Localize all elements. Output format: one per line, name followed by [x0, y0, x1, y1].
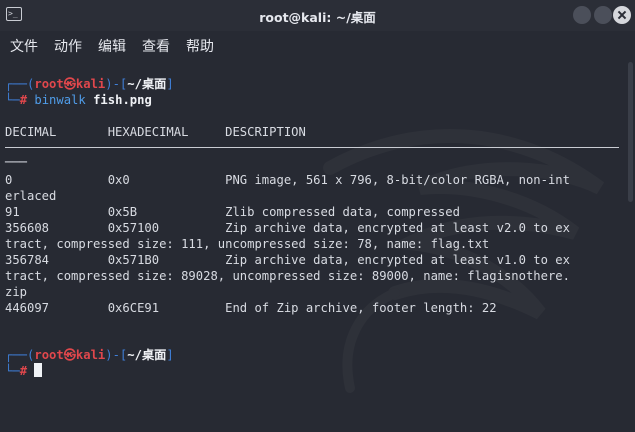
output-header: DECIMAL HEXADECIMAL DESCRIPTION [5, 125, 306, 139]
output-line: 446097 0x6CE91 End of Zip archive, foote… [5, 301, 497, 315]
input-line[interactable]: └─# [5, 363, 43, 379]
scrollbar-thumb[interactable] [628, 62, 633, 202]
command-argument: fish.png [93, 93, 152, 107]
prompt-line-1: ┌──(root㉿kali)-[~/桌面] [5, 77, 174, 91]
menu-action[interactable]: 动作 [54, 36, 82, 56]
separator-tail: ─── [5, 155, 28, 169]
output-line: erlaced [5, 189, 57, 203]
menu-help[interactable]: 帮助 [186, 36, 214, 56]
scrollbar[interactable] [626, 58, 635, 432]
command-program: binwalk [34, 93, 86, 107]
output-line: 356784 0x571B0 Zip archive data, encrypt… [5, 253, 570, 267]
output-line: 356608 0x57100 Zip archive data, encrypt… [5, 221, 570, 235]
prompt-line-2: ┌──(root㉿kali)-[~/桌面] [5, 348, 174, 362]
terminal-output-area[interactable]: ┌──(root㉿kali)-[~/桌面] └─# binwalk fish.p… [0, 58, 626, 432]
output-line: 91 0x5B Zlib compressed data, compressed [5, 205, 460, 219]
maximize-button[interactable] [594, 6, 612, 24]
menu-bar: 文件 动作 编辑 查看 帮助 [0, 31, 635, 58]
menu-view[interactable]: 查看 [142, 36, 170, 56]
header-separator [5, 147, 619, 148]
menu-edit[interactable]: 编辑 [98, 36, 126, 56]
output-line: zip [5, 285, 28, 299]
output-line: tract, compressed size: 89028, uncompres… [5, 269, 570, 283]
minimize-button[interactable] [573, 6, 591, 24]
title-bar[interactable]: >_ root@kali: ~/桌面 [0, 0, 635, 31]
command-line: └─# binwalk fish.png [5, 93, 152, 107]
text-cursor [34, 363, 43, 377]
output-line: 0 0x0 PNG image, 561 x 796, 8-bit/color … [5, 173, 570, 187]
window-title: root@kali: ~/桌面 [259, 10, 376, 25]
close-button[interactable] [613, 6, 631, 24]
menu-file[interactable]: 文件 [10, 36, 38, 56]
terminal-window: >_ root@kali: ~/桌面 文件 动作 编辑 查看 帮助 ┌──(ro… [0, 0, 635, 432]
output-line: tract, compressed size: 111, uncompresse… [5, 237, 490, 251]
